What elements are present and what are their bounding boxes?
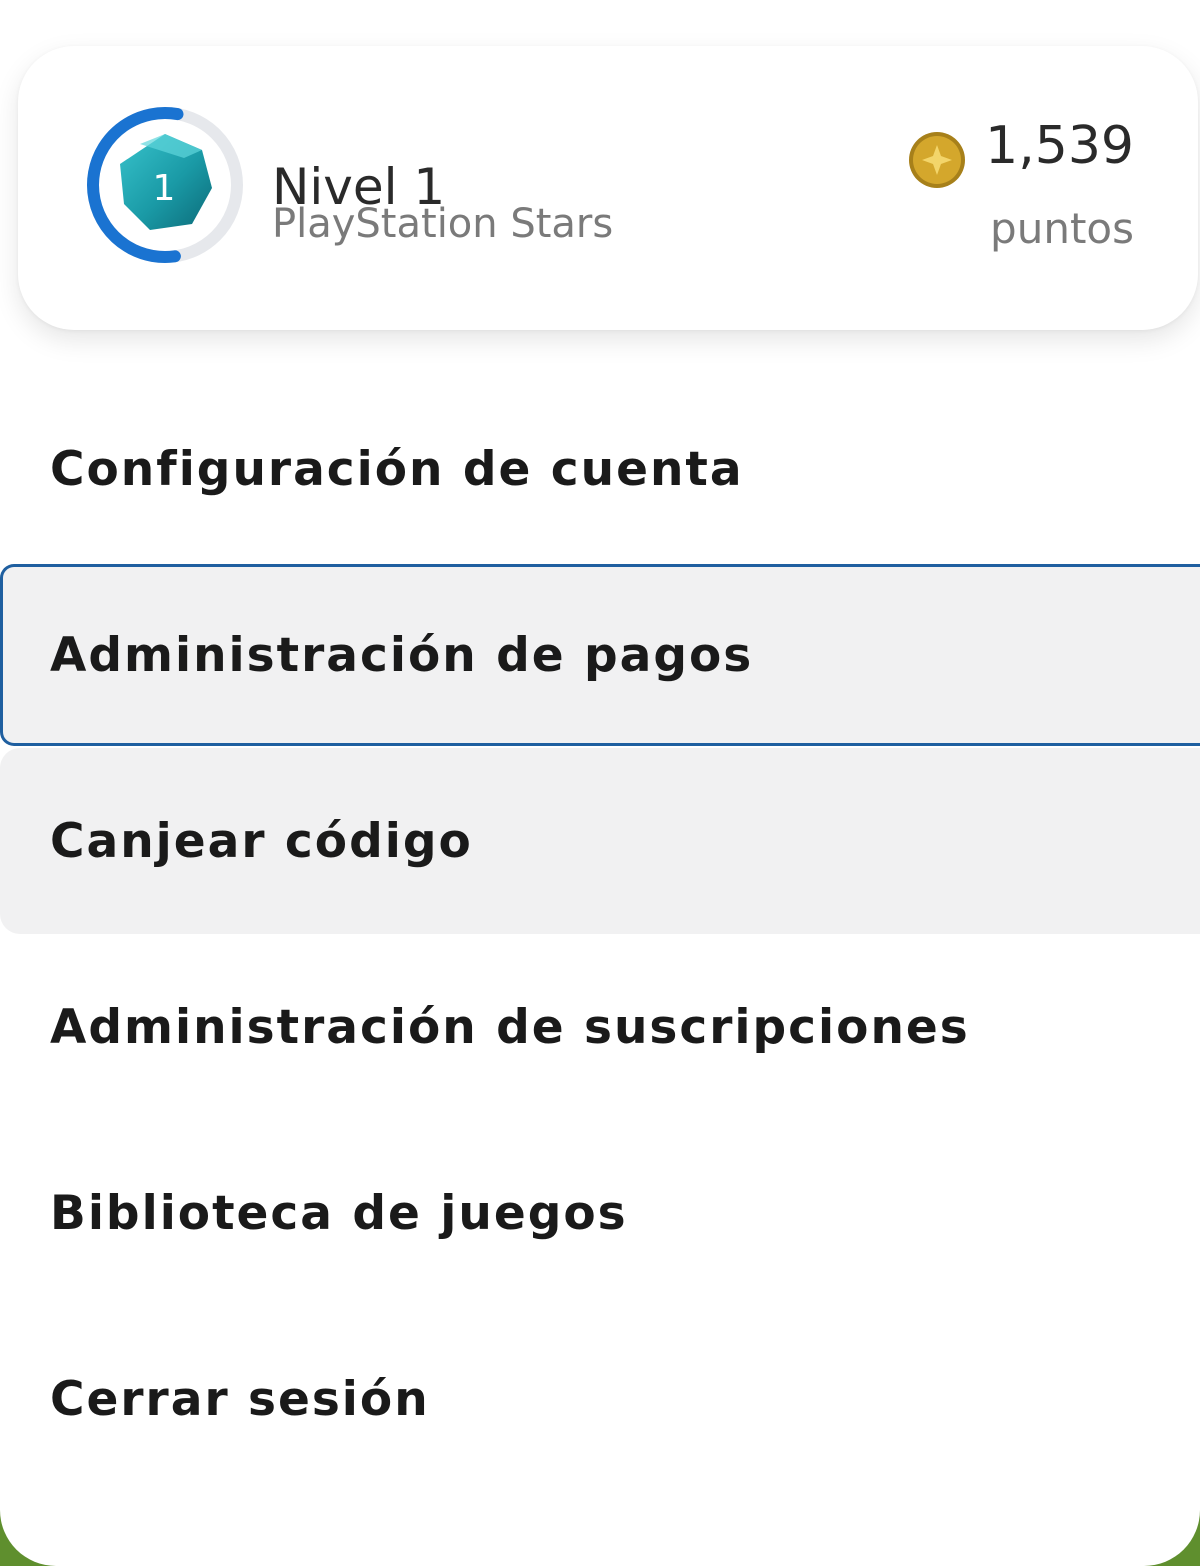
points-value: 1,539: [985, 116, 1134, 176]
menu-item-game-library[interactable]: Biblioteca de juegos: [0, 1120, 1200, 1306]
level-number: 1: [153, 168, 176, 209]
account-menu-panel: 1 Nivel 1 PlayStation Stars 1,539 puntos…: [0, 0, 1200, 1566]
points-coin-icon: [909, 132, 965, 188]
playstation-stars-card[interactable]: 1 Nivel 1 PlayStation Stars 1,539 puntos: [18, 46, 1198, 330]
points-label: puntos: [990, 204, 1134, 253]
program-name: PlayStation Stars: [272, 201, 614, 247]
account-menu: Configuración de cuenta Administración d…: [0, 376, 1200, 1492]
menu-item-account-settings[interactable]: Configuración de cuenta: [0, 376, 1200, 562]
level-badge-icon: 1: [87, 107, 243, 263]
menu-item-sign-out[interactable]: Cerrar sesión: [0, 1306, 1200, 1492]
menu-item-subscription-management[interactable]: Administración de suscripciones: [0, 934, 1200, 1120]
menu-item-payment-management[interactable]: Administración de pagos: [0, 564, 1200, 746]
menu-item-redeem-code[interactable]: Canjear código: [0, 748, 1200, 934]
